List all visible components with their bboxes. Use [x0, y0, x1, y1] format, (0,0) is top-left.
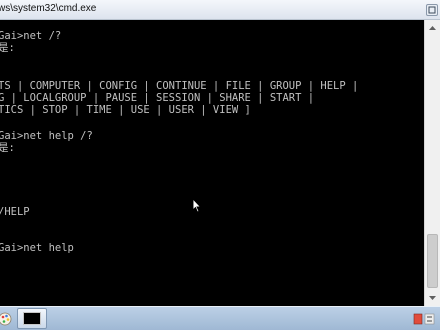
restore-icon[interactable] — [426, 3, 438, 16]
taskbar — [0, 306, 440, 330]
window-titlebar[interactable]: ws\system32\cmd.exe — [0, 0, 440, 20]
vertical-scrollbar[interactable] — [424, 20, 440, 306]
taskbar-cmd-button[interactable] — [17, 308, 47, 329]
screen: ws\system32\cmd.exe Gai>net /? 是: TS | C… — [0, 0, 440, 330]
console-line: 是: — [0, 42, 15, 54]
cmd-icon — [23, 312, 41, 325]
scroll-up-icon[interactable] — [425, 20, 440, 36]
console-line: Gai>net /? — [0, 30, 62, 42]
console-line: Gai>net help — [0, 242, 74, 254]
console-line: TICS | STOP | TIME | USE | USER | VIEW ] — [0, 104, 251, 116]
console-line: G | LOCALGROUP | PAUSE | SESSION | SHARE… — [0, 92, 315, 104]
console-line: /HELP — [0, 206, 30, 218]
scroll-thumb[interactable] — [427, 234, 438, 288]
console-line: 是: — [0, 142, 15, 154]
console-line: TS | COMPUTER | CONFIG | CONTINUE | FILE… — [0, 80, 359, 92]
scroll-down-icon[interactable] — [425, 290, 440, 306]
console-line: Gai>net help /? — [0, 130, 93, 142]
arrow-cursor-icon — [192, 197, 202, 213]
paint-icon[interactable] — [0, 311, 14, 327]
console-output[interactable]: Gai>net /? 是: TS | COMPUTER | CONFIG | C… — [0, 20, 440, 306]
tray-icon[interactable] — [412, 311, 436, 327]
window-title: ws\system32\cmd.exe — [0, 3, 97, 14]
